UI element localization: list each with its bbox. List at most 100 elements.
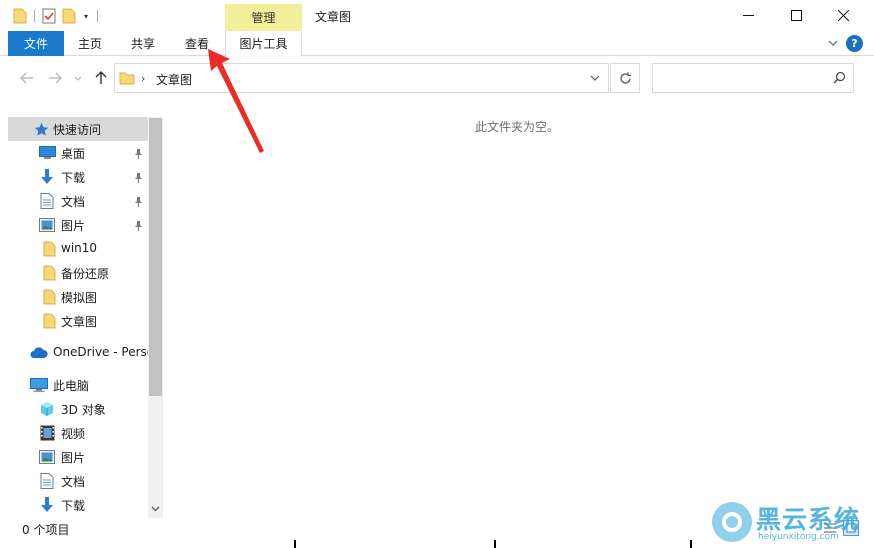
- breadcrumb-current-folder[interactable]: 文章图: [156, 71, 192, 88]
- video-icon: [38, 424, 56, 442]
- folder-icon: [40, 312, 58, 330]
- nav-item-label: win10: [61, 241, 98, 255]
- watermark: 黑云系统 heiyunxitong.com: [710, 500, 870, 544]
- pin-icon[interactable]: [134, 172, 143, 186]
- folder-icon: [40, 240, 58, 258]
- nav-item-label: 模拟图: [61, 291, 98, 305]
- search-input[interactable]: [659, 69, 819, 87]
- edge-mark: [494, 540, 496, 548]
- folder-icon: [40, 264, 58, 282]
- close-icon: [837, 10, 849, 21]
- help-icon[interactable]: ?: [846, 35, 863, 52]
- folder-icon: [119, 70, 135, 89]
- close-button[interactable]: [820, 0, 866, 31]
- download-icon: [38, 496, 56, 514]
- nav-item-downloads-pc[interactable]: 下载: [8, 493, 148, 517]
- nav-item-pictures[interactable]: 图片: [8, 213, 148, 237]
- search-box[interactable]: [652, 63, 854, 93]
- nav-item-this-pc[interactable]: 此电脑: [8, 373, 148, 397]
- ribbon: 文件 主页 共享 查看 图片工具 ?: [0, 31, 874, 56]
- customize-toolbar-button[interactable]: ▾: [79, 6, 93, 26]
- minimize-button[interactable]: [725, 0, 771, 31]
- quick-access-toolbar: ▾: [10, 6, 102, 26]
- nav-item-folder-mockups[interactable]: 模拟图: [8, 285, 148, 309]
- nav-item-onedrive[interactable]: OneDrive - Perso: [8, 341, 148, 365]
- pin-icon[interactable]: [134, 220, 143, 234]
- pin-icon[interactable]: [134, 148, 143, 162]
- item-count: 0 个项目: [22, 523, 70, 537]
- edge-mark: [294, 540, 296, 548]
- properties-icon[interactable]: [39, 6, 59, 26]
- refresh-button[interactable]: [610, 63, 640, 93]
- nav-item-pictures-pc[interactable]: 图片: [8, 445, 148, 469]
- watermark-brand: 黑云系统: [756, 505, 861, 534]
- arrow-right-icon: [49, 72, 62, 84]
- nav-item-videos[interactable]: 视频: [8, 421, 148, 445]
- chevron-down-icon: [590, 75, 600, 81]
- arrow-up-icon: [95, 71, 107, 84]
- chevron-down-icon: [74, 76, 82, 81]
- document-icon: [38, 472, 56, 490]
- refresh-icon: [619, 72, 631, 84]
- nav-item-quick-access[interactable]: 快速访问: [8, 117, 148, 141]
- empty-folder-message: 此文件夹为空。: [475, 120, 560, 134]
- new-folder-icon[interactable]: [59, 6, 79, 26]
- nav-item-label: 文档: [61, 475, 86, 489]
- nav-item-desktop[interactable]: 桌面: [8, 141, 148, 165]
- up-button[interactable]: [90, 67, 112, 89]
- nav-item-documents[interactable]: 文档: [8, 189, 148, 213]
- nav-item-label: 图片: [61, 219, 86, 233]
- nav-item-3d-objects[interactable]: 3D 对象: [8, 397, 148, 421]
- edge-mark: [690, 540, 692, 548]
- watermark-site: heiyunxitong.com: [758, 532, 839, 542]
- nav-item-downloads[interactable]: 下载: [8, 165, 148, 189]
- nav-item-folder-article-images[interactable]: 文章图: [8, 309, 148, 333]
- tab-share[interactable]: 共享: [118, 31, 168, 56]
- pictures-icon: [38, 448, 56, 466]
- pin-icon[interactable]: [134, 196, 143, 210]
- address-history-button[interactable]: [585, 69, 605, 87]
- folder-icon[interactable]: [10, 6, 30, 26]
- scroll-down-button[interactable]: [148, 500, 163, 517]
- nav-pane-scrollbar[interactable]: [148, 117, 163, 518]
- forward-button[interactable]: [44, 67, 66, 89]
- nav-item-documents-pc[interactable]: 文档: [8, 469, 148, 493]
- nav-item-label: 下载: [61, 499, 86, 513]
- tab-file[interactable]: 文件: [8, 31, 64, 56]
- watermark-logo-icon: [712, 502, 752, 542]
- nav-item-label: 图片: [61, 451, 86, 465]
- expand-ribbon-button[interactable]: [823, 33, 843, 53]
- computer-icon: [30, 376, 48, 394]
- breadcrumb-separator[interactable]: ›: [141, 72, 145, 85]
- nav-item-label: 文档: [61, 195, 86, 209]
- annotation-arrow-icon: [208, 49, 264, 153]
- back-button[interactable]: [16, 67, 38, 89]
- toolbar-separator: [34, 10, 35, 22]
- recent-locations-button[interactable]: [70, 67, 86, 89]
- pictures-icon: [38, 216, 56, 234]
- nav-item-label: 此电脑: [53, 379, 90, 393]
- toolbar-separator: [97, 10, 98, 22]
- star-icon: [32, 120, 50, 138]
- nav-item-label: 3D 对象: [61, 403, 106, 417]
- chevron-down-icon: [151, 506, 160, 511]
- nav-item-folder-win10[interactable]: win10: [8, 237, 148, 261]
- download-icon: [38, 168, 56, 186]
- folder-icon: [40, 288, 58, 306]
- desktop-icon: [38, 144, 56, 162]
- nav-item-folder-backup[interactable]: 备份还原: [8, 261, 148, 285]
- nav-item-label: OneDrive - Perso: [53, 345, 148, 359]
- context-tab-header: 管理: [225, 4, 302, 31]
- maximize-button[interactable]: [773, 0, 819, 31]
- nav-item-label: 视频: [61, 427, 86, 441]
- cloud-icon: [30, 344, 48, 362]
- nav-item-label: 快速访问: [53, 123, 102, 137]
- window-title: 文章图: [315, 10, 352, 24]
- nav-item-label: 文章图: [61, 315, 98, 329]
- address-bar[interactable]: › 文章图: [114, 63, 609, 93]
- title-bar: ▾ 管理 文章图: [0, 0, 874, 31]
- tab-home[interactable]: 主页: [66, 31, 114, 56]
- search-icon[interactable]: [833, 71, 846, 87]
- chevron-down-icon: [828, 40, 838, 46]
- scrollbar-thumb[interactable]: [149, 118, 162, 396]
